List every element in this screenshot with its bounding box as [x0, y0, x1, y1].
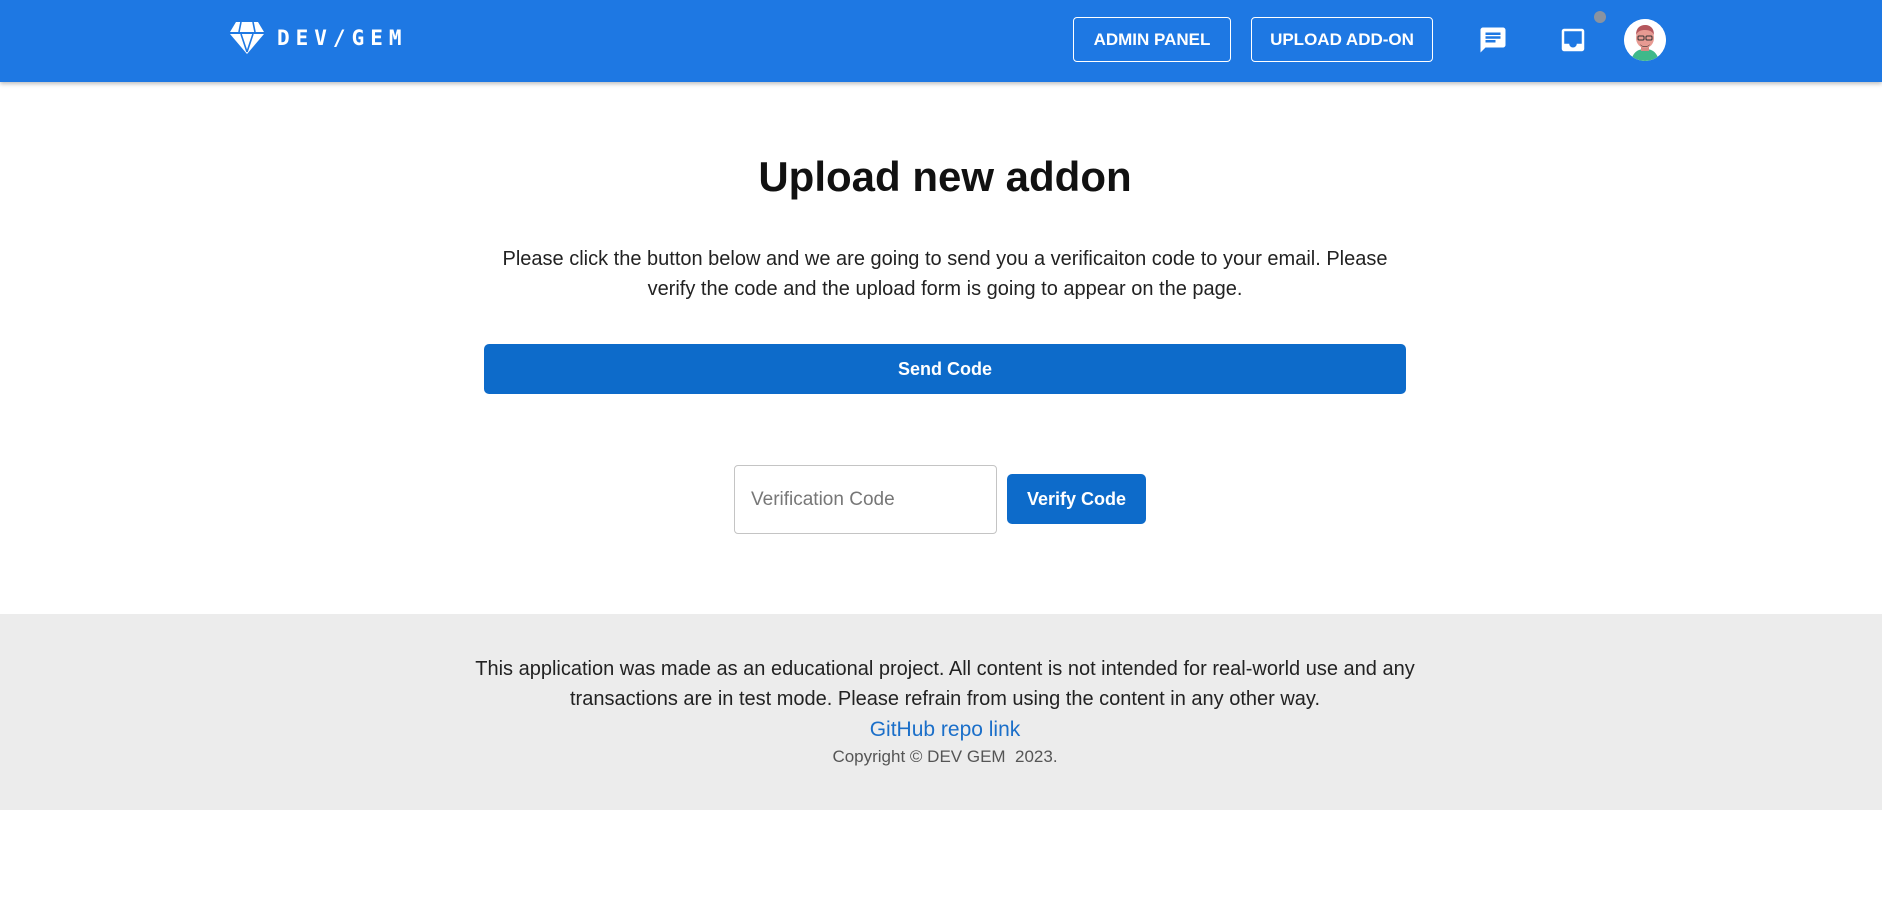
verification-code-input[interactable] [734, 465, 997, 534]
footer-disclaimer: This application was made as an educatio… [475, 658, 1415, 710]
inbox-button[interactable] [1556, 23, 1590, 57]
admin-panel-button[interactable]: ADMIN PANEL [1073, 17, 1231, 62]
inbox-icon [1558, 25, 1588, 55]
page-footer: This application was made as an educatio… [0, 614, 1882, 810]
user-avatar[interactable] [1624, 19, 1666, 61]
github-repo-link[interactable]: GitHub repo link [0, 715, 1882, 745]
chat-button[interactable] [1476, 23, 1510, 57]
chat-icon [1478, 25, 1508, 55]
notification-dot [1594, 11, 1606, 23]
brand-logo-link[interactable]: DEV/GEM [229, 21, 408, 55]
diamond-logo-icon [229, 21, 265, 55]
copyright-text: Copyright © DEV GEM 2023. [832, 747, 1058, 766]
upload-instructions: Please click the button below and we are… [502, 248, 1388, 300]
verify-code-button[interactable]: Verify Code [1007, 474, 1146, 524]
top-navbar: DEV/GEM ADMIN PANEL UPLOAD ADD-ON [0, 0, 1882, 82]
brand-name: DEV/GEM [277, 26, 408, 50]
upload-addon-button[interactable]: UPLOAD ADD-ON [1251, 17, 1433, 62]
page-title: Upload new addon [758, 153, 1132, 200]
send-code-button[interactable]: Send Code [484, 344, 1406, 394]
